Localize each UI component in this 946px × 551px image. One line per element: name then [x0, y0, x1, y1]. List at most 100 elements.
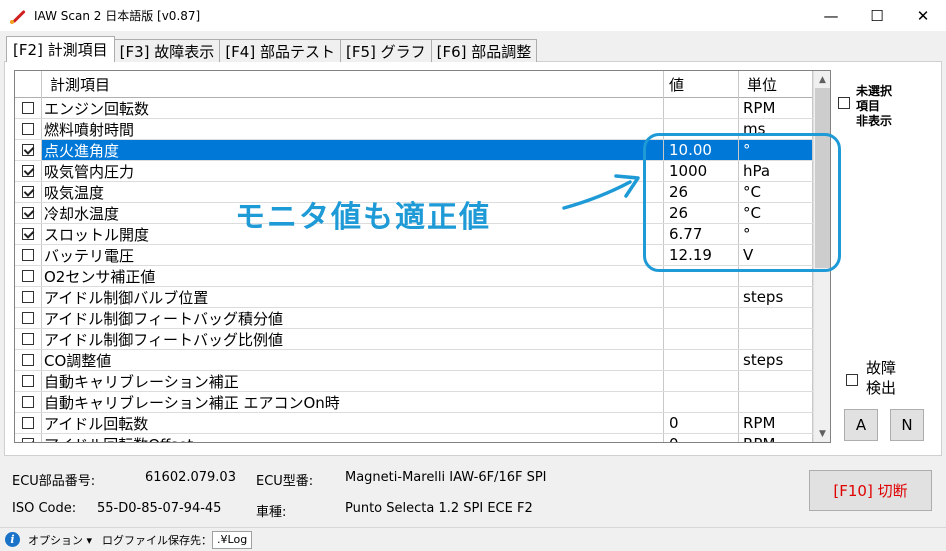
app-icon	[10, 8, 26, 24]
grid-header: 計測項目 値 単位	[15, 71, 813, 98]
row-check-cell[interactable]	[15, 392, 42, 412]
table-row[interactable]: 自動キャリブレーション補正 エアコンOn時	[15, 392, 813, 413]
a-button[interactable]: A	[844, 409, 878, 441]
tab-fault-display[interactable]: [F3] 故障表示	[113, 39, 221, 62]
row-value: 0	[664, 413, 739, 433]
row-item-name: アイドル回転数Offset	[42, 434, 664, 442]
row-check-cell[interactable]	[15, 182, 42, 202]
iso-code-value: 55-D0-85-07-94-45	[97, 501, 222, 516]
row-check-cell[interactable]	[15, 203, 42, 223]
table-row[interactable]: アイドル回転数 0 RPM	[15, 413, 813, 434]
hide-unselected-checkbox[interactable]	[838, 97, 850, 109]
row-check-cell[interactable]	[15, 266, 42, 286]
row-checkbox[interactable]	[22, 186, 34, 198]
n-button[interactable]: N	[890, 409, 924, 441]
disconnect-button[interactable]: [F10] 切断	[809, 470, 932, 511]
tab-graph[interactable]: [F5] グラフ	[339, 39, 432, 62]
header-item[interactable]: 計測項目	[42, 71, 664, 98]
row-checkbox[interactable]	[22, 123, 34, 135]
row-value	[664, 350, 739, 370]
info-icon: i	[5, 532, 20, 547]
tab-strip: [F2] 計測項目 [F3] 故障表示 [F4] 部品テスト [F5] グラフ …	[6, 36, 538, 62]
row-checkbox[interactable]	[22, 291, 34, 303]
row-checkbox[interactable]	[22, 144, 34, 156]
row-checkbox[interactable]	[22, 333, 34, 345]
row-checkbox[interactable]	[22, 207, 34, 219]
annotation-arrow-icon	[562, 174, 640, 210]
maximize-button[interactable]: ☐	[854, 0, 900, 31]
tab-part-adjust[interactable]: [F6] 部品調整	[430, 39, 538, 62]
row-check-cell[interactable]	[15, 119, 42, 139]
row-checkbox[interactable]	[22, 270, 34, 282]
hide-unselected-option[interactable]: 未選択 項目 非表示	[838, 84, 892, 129]
row-checkbox[interactable]	[22, 228, 34, 240]
row-check-cell[interactable]	[15, 434, 42, 442]
row-check-cell[interactable]	[15, 161, 42, 181]
row-value: 0	[664, 434, 739, 442]
row-item-name: 燃料噴射時間	[42, 119, 664, 139]
annotation-text: モニタ値も適正値	[235, 200, 491, 235]
row-unit	[739, 308, 813, 328]
row-check-cell[interactable]	[15, 287, 42, 307]
row-checkbox[interactable]	[22, 354, 34, 366]
hide-label-line3: 非表示	[856, 114, 893, 128]
row-value	[664, 308, 739, 328]
row-check-cell[interactable]	[15, 140, 42, 160]
scroll-down-arrow[interactable]: ▼	[814, 425, 830, 442]
row-check-cell[interactable]	[15, 371, 42, 391]
fault-detect-label: 故障 検出	[866, 358, 896, 398]
highlight-box	[643, 133, 841, 272]
tab-measurement[interactable]: [F2] 計測項目	[6, 36, 115, 62]
row-checkbox[interactable]	[22, 312, 34, 324]
row-check-cell[interactable]	[15, 329, 42, 349]
row-item-name: CO調整値	[42, 350, 664, 370]
header-unit[interactable]: 単位	[739, 71, 813, 98]
row-check-cell[interactable]	[15, 350, 42, 370]
row-item-name: アイドル制御バルブ位置	[42, 287, 664, 307]
ecu-part-label: ECU部品番号:	[12, 474, 96, 489]
row-item-name: 自動キャリブレーション補正 エアコンOn時	[42, 392, 664, 412]
row-unit: RPM	[739, 413, 813, 433]
row-checkbox[interactable]	[22, 417, 34, 429]
title-bar: IAW Scan 2 日本語版 [v0.87] — ☐ ✕	[0, 0, 946, 31]
row-value	[664, 329, 739, 349]
minimize-button[interactable]: —	[808, 0, 854, 31]
table-row[interactable]: CO調整値 steps	[15, 350, 813, 371]
table-row[interactable]: エンジン回転数 RPM	[15, 98, 813, 119]
row-item-name: エンジン回転数	[42, 98, 664, 118]
vehicle-value: Punto Selecta 1.2 SPI ECE F2	[345, 501, 533, 516]
row-checkbox[interactable]	[22, 102, 34, 114]
table-row[interactable]: 自動キャリブレーション補正	[15, 371, 813, 392]
table-row[interactable]: アイドル制御フィートバッグ比例値	[15, 329, 813, 350]
row-item-name: アイドル制御フィートバッグ積分値	[42, 308, 664, 328]
close-button[interactable]: ✕	[900, 0, 946, 31]
tab-part-test[interactable]: [F4] 部品テスト	[219, 39, 341, 62]
row-value	[664, 98, 739, 118]
log-path-field[interactable]: .¥Log	[212, 530, 253, 549]
table-row[interactable]: アイドル制御フィートバッグ積分値	[15, 308, 813, 329]
header-value[interactable]: 値	[664, 71, 739, 98]
options-menu[interactable]: オプション ▾	[28, 532, 92, 548]
row-check-cell[interactable]	[15, 98, 42, 118]
scroll-up-arrow[interactable]: ▲	[814, 71, 830, 88]
row-checkbox[interactable]	[22, 375, 34, 387]
row-item-name: 自動キャリブレーション補正	[42, 371, 664, 391]
table-row[interactable]: アイドル制御バルブ位置 steps	[15, 287, 813, 308]
log-save-label: ログファイル保存先：	[102, 533, 213, 547]
hide-label-line2: 項目	[856, 99, 881, 113]
row-check-cell[interactable]	[15, 413, 42, 433]
row-checkbox[interactable]	[22, 249, 34, 261]
row-check-cell[interactable]	[15, 224, 42, 244]
table-row[interactable]: アイドル回転数Offset0RPM	[15, 434, 813, 442]
row-checkbox[interactable]	[22, 396, 34, 408]
ecu-info-panel: ECU部品番号: 61602.079.03 ECU型番: Magneti-Mar…	[4, 459, 796, 525]
row-checkbox[interactable]	[22, 438, 34, 442]
row-check-cell[interactable]	[15, 245, 42, 265]
row-checkbox[interactable]	[22, 165, 34, 177]
iso-code-label: ISO Code:	[12, 501, 77, 516]
window-controls: — ☐ ✕	[808, 0, 946, 31]
fault-detect-option[interactable]: 故障 検出	[846, 358, 896, 398]
row-value	[664, 392, 739, 412]
fault-detect-checkbox[interactable]	[846, 374, 858, 386]
row-check-cell[interactable]	[15, 308, 42, 328]
